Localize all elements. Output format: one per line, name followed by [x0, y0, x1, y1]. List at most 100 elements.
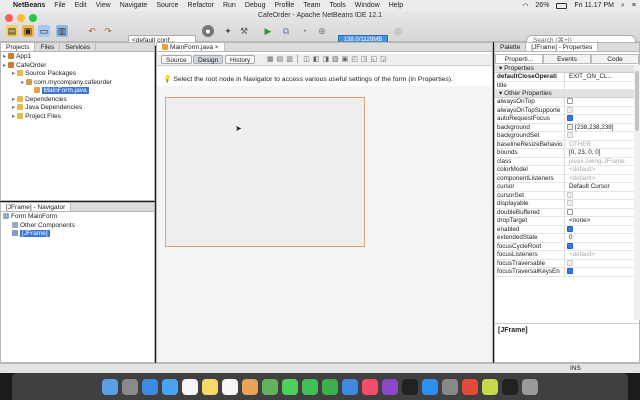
menu-navigate[interactable]: Navigate: [120, 2, 148, 9]
new-project-icon[interactable]: ▣: [22, 25, 34, 37]
dock-app-store-icon[interactable]: [422, 378, 438, 395]
navigator-tab[interactable]: [JFrame] - Navigator: [1, 203, 72, 211]
history-mode-button[interactable]: History: [225, 55, 256, 64]
property-row[interactable]: colorModel <default>: [495, 166, 634, 175]
property-value[interactable]: [565, 200, 634, 208]
property-row[interactable]: dropTarget <none>: [495, 217, 634, 226]
tab-palette[interactable]: Palette: [495, 43, 527, 51]
menu-netbeans[interactable]: NetBeans: [13, 2, 45, 9]
property-value[interactable]: <default>: [565, 251, 634, 259]
property-value[interactable]: <default>: [565, 166, 634, 174]
property-row[interactable]: baselineResizeBehavio OTHER: [495, 140, 634, 149]
undo-icon[interactable]: ↶: [86, 25, 98, 37]
property-value[interactable]: <none>: [565, 217, 634, 225]
tab-files[interactable]: Files: [35, 43, 61, 51]
property-checkbox[interactable]: [567, 225, 573, 232]
color-swatch[interactable]: [567, 123, 573, 130]
property-value[interactable]: javax.swing.JFrame: [565, 158, 634, 166]
property-row[interactable]: doubleBuffered: [495, 208, 634, 217]
dock-keynote-icon[interactable]: [342, 378, 358, 395]
dock-reminders-icon[interactable]: [222, 378, 238, 395]
property-row[interactable]: defaultCloseOperati EXIT_ON_CL...: [495, 73, 634, 82]
property-row[interactable]: title: [495, 81, 634, 90]
dock-chrome-icon[interactable]: [462, 378, 478, 395]
profile-icon[interactable]: ◔: [298, 25, 310, 37]
scrollbar-thumb[interactable]: [635, 71, 639, 131]
property-checkbox[interactable]: [567, 259, 573, 266]
tree-node[interactable]: ▸ Dependencies: [3, 95, 152, 105]
property-checkbox[interactable]: [567, 132, 573, 138]
tree-node[interactable]: ▸ Project Files: [3, 112, 152, 122]
tree-node[interactable]: ▸ com.mycompany.cafeorder: [3, 78, 152, 88]
property-row[interactable]: autoRequestFocus: [495, 115, 634, 124]
build-icon[interactable]: ⚒: [238, 25, 250, 37]
dock-photos-icon[interactable]: [242, 378, 258, 395]
menu-debug[interactable]: Debug: [245, 2, 266, 9]
run-icon[interactable]: ▶: [262, 25, 274, 37]
property-value[interactable]: [565, 242, 634, 251]
property-checkbox[interactable]: [567, 106, 573, 113]
property-row[interactable]: background [238,238,238]: [495, 123, 634, 132]
dock-terminal-icon[interactable]: [502, 378, 518, 395]
menu-window[interactable]: Window: [355, 2, 380, 9]
battery-icon[interactable]: [556, 2, 568, 9]
dock-notes-icon[interactable]: [202, 378, 218, 395]
dock-music-icon[interactable]: [362, 378, 378, 395]
property-value[interactable]: EXIT_ON_CL...: [565, 73, 634, 81]
tab-properties[interactable]: Properti...: [495, 54, 543, 64]
save-all-icon[interactable]: ▥: [56, 25, 68, 37]
property-value[interactable]: OTHER: [565, 141, 634, 149]
dock-safari-icon[interactable]: [142, 378, 158, 395]
menu-run[interactable]: Run: [223, 2, 236, 9]
property-checkbox[interactable]: [567, 208, 573, 215]
property-row[interactable]: enabled: [495, 225, 634, 234]
tree-node[interactable]: ▸ CafeOrder: [3, 61, 152, 71]
property-row[interactable]: bounds [0, 23, 0, 0]: [495, 149, 634, 158]
property-row[interactable]: cursor Default Cursor: [495, 183, 634, 192]
design-mode-button[interactable]: Design: [193, 55, 224, 64]
menu-tools[interactable]: Tools: [329, 2, 345, 9]
property-value[interactable]: [565, 225, 634, 234]
new-file-icon[interactable]: ▤: [6, 25, 18, 37]
configuration-gear-icon[interactable]: ●: [202, 25, 214, 37]
property-value[interactable]: Default Cursor: [565, 183, 634, 191]
dock-mail-icon[interactable]: [162, 378, 178, 395]
clock[interactable]: Fri 11.17 PM: [574, 2, 614, 9]
property-checkbox[interactable]: [567, 115, 573, 121]
property-value[interactable]: [238,238,238]: [565, 123, 634, 132]
property-checkbox[interactable]: [567, 268, 573, 274]
tab-mainform-java[interactable]: MainForm.java ×: [157, 43, 225, 51]
dock-tv-icon[interactable]: [402, 378, 418, 395]
property-checkbox[interactable]: [567, 191, 573, 198]
tab-code[interactable]: Code: [591, 54, 639, 64]
debug-icon[interactable]: ⧉: [280, 25, 292, 37]
property-value[interactable]: [565, 82, 634, 90]
property-row[interactable]: focusTraversalKeysEn: [495, 268, 634, 277]
property-checkbox[interactable]: [567, 200, 573, 206]
jframe-canvas[interactable]: [165, 97, 365, 247]
property-value[interactable]: [565, 208, 634, 217]
other-properties-group-header[interactable]: ▾ Other Properties: [495, 90, 634, 98]
tab-projects[interactable]: Projects: [1, 43, 36, 51]
dock-system-prefs-icon[interactable]: [442, 378, 458, 395]
tab-events[interactable]: Events: [543, 54, 591, 64]
menu-profile[interactable]: Profile: [274, 2, 294, 9]
dock-finder-icon[interactable]: [102, 378, 118, 395]
property-row[interactable]: componentListeners <default>: [495, 174, 634, 183]
menu-edit[interactable]: Edit: [75, 2, 87, 9]
design-tools-icons[interactable]: ▦▤▥│◫◧◨▧▣◰◳◱◲: [267, 55, 390, 63]
property-row[interactable]: displayable: [495, 200, 634, 209]
tree-node[interactable]: ▸ Source Packages: [3, 70, 152, 79]
property-value[interactable]: [565, 268, 634, 276]
property-value[interactable]: [0, 23, 0, 0]: [565, 149, 634, 157]
property-value[interactable]: [565, 115, 634, 123]
property-value[interactable]: [565, 132, 634, 140]
navigator-node[interactable]: Form MainForm: [3, 213, 152, 222]
property-checkbox[interactable]: [567, 98, 573, 104]
property-checkbox[interactable]: [567, 242, 573, 249]
control-center-icon[interactable]: ≡: [632, 2, 636, 9]
property-row[interactable]: extendedState 0: [495, 234, 634, 243]
menu-view[interactable]: View: [96, 2, 111, 9]
open-project-icon[interactable]: ▭: [38, 25, 50, 37]
navigator-node[interactable]: [JFrame]: [3, 230, 152, 239]
